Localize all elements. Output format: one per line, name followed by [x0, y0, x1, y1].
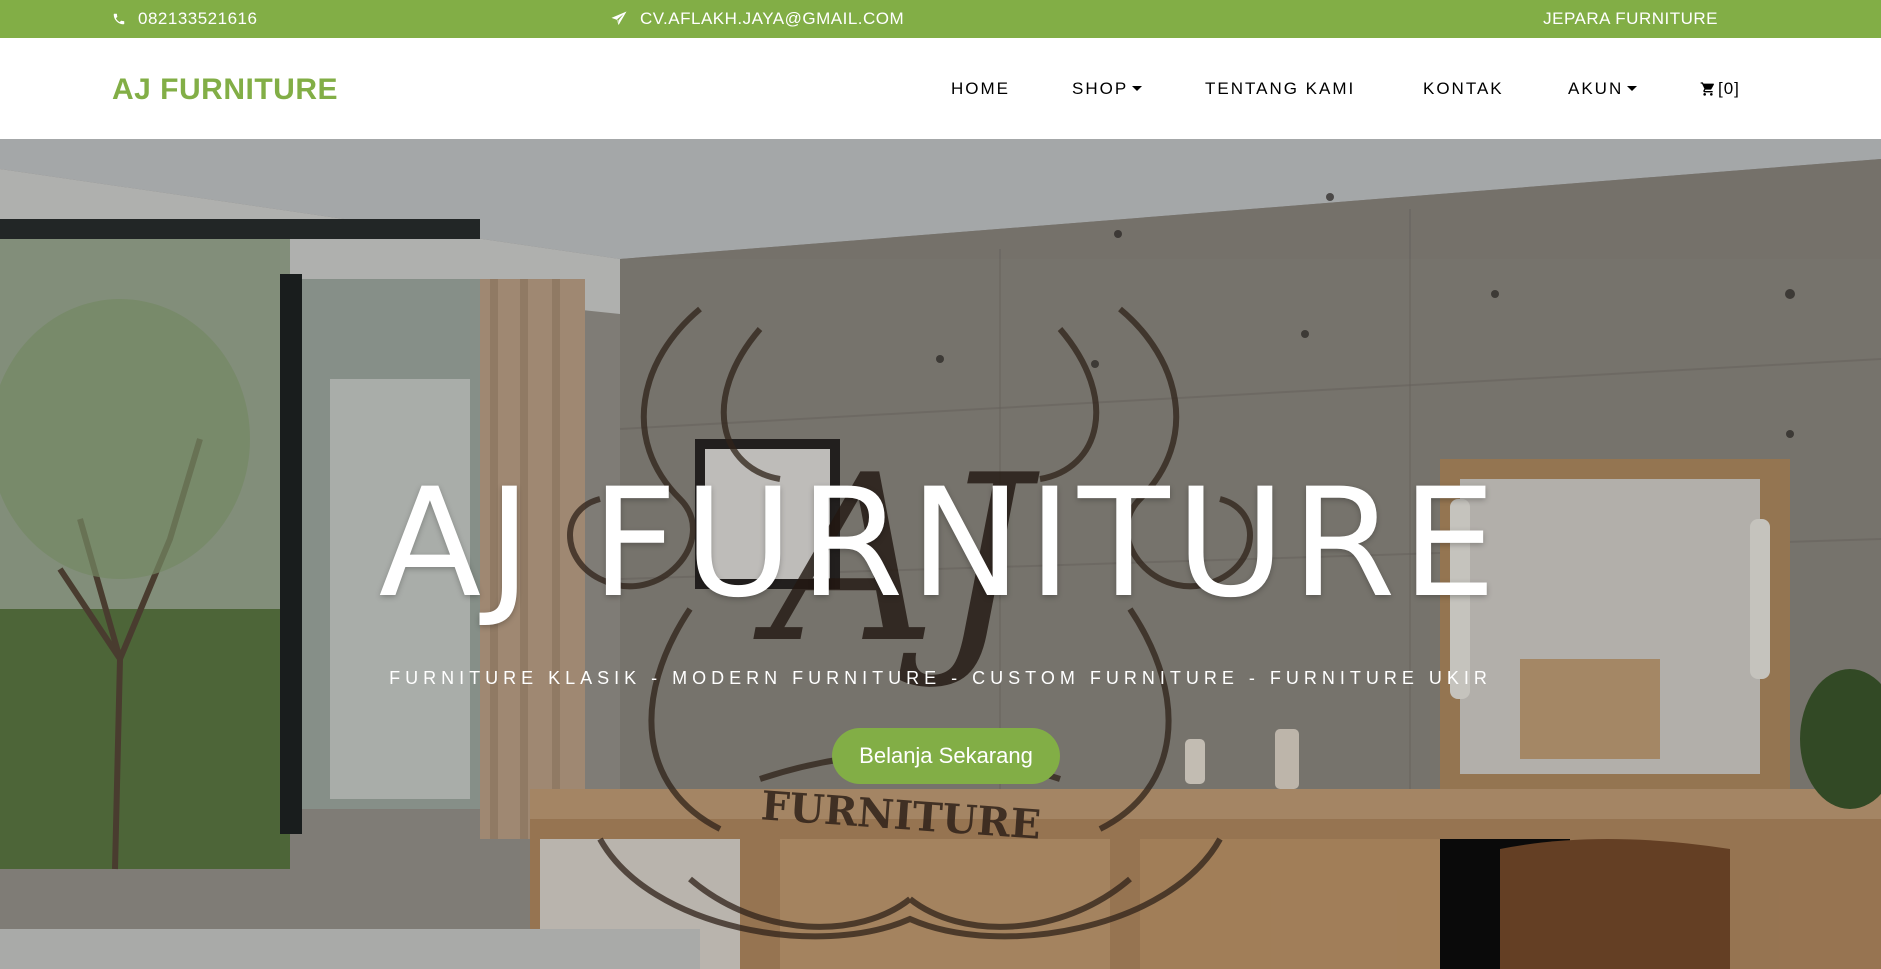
nav-kontak[interactable]: KONTAK — [1423, 38, 1504, 139]
paper-plane-icon — [611, 11, 627, 25]
phone-number: 082133521616 — [138, 9, 258, 28]
nav-home[interactable]: HOME — [951, 38, 1010, 139]
hero-title: AJ FURNITURE — [378, 457, 1503, 631]
nav-kontak-label: KONTAK — [1423, 78, 1504, 98]
topbar-tagline: JEPARA FURNITURE — [1543, 9, 1718, 28]
nav-home-label: HOME — [951, 78, 1010, 98]
phone-contact[interactable]: 082133521616 — [112, 0, 257, 38]
caret-down-icon — [1627, 86, 1638, 91]
cart-count: [0] — [1718, 78, 1740, 98]
cart-icon — [1700, 81, 1714, 96]
nav-shop-label: SHOP — [1072, 78, 1129, 98]
nav-tentang-label: TENTANG KAMI — [1205, 78, 1356, 98]
email-address: CV.AFLAKH.JAYA@GMAIL.COM — [640, 9, 905, 28]
top-contact-bar: 082133521616 CV.AFLAKH.JAYA@GMAIL.COM JE… — [0, 0, 1881, 38]
main-navbar: AJ FURNITURE HOME SHOP TENTANG KAMI KONT… — [0, 38, 1881, 139]
email-contact[interactable]: CV.AFLAKH.JAYA@GMAIL.COM — [610, 0, 904, 38]
phone-icon — [113, 13, 125, 25]
nav-akun-label: AKUN — [1568, 78, 1624, 98]
nav-cart[interactable]: [0] — [1700, 38, 1740, 139]
nav-tentang-kami[interactable]: TENTANG KAMI — [1205, 38, 1355, 139]
nav-akun-dropdown[interactable]: AKUN — [1568, 38, 1638, 139]
caret-down-icon — [1132, 86, 1143, 91]
brand-logo[interactable]: AJ FURNITURE — [112, 73, 338, 107]
shop-now-button[interactable]: Belanja Sekarang — [832, 728, 1060, 784]
hero-banner: AJ FURNITURE AJ FURNITURE FURNITURE KLAS… — [0, 139, 1881, 969]
nav-shop-dropdown[interactable]: SHOP — [1072, 38, 1143, 139]
hero-subtitle: FURNITURE KLASIK - MODERN FURNITURE - CU… — [389, 668, 1492, 688]
